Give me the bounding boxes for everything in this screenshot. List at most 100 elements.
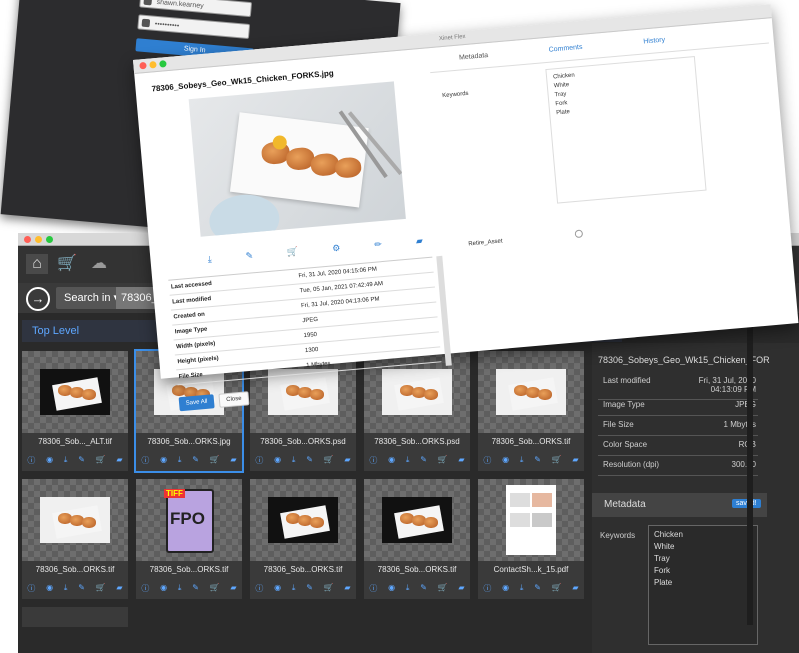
cart-add-icon[interactable]: 🛒 (552, 455, 562, 467)
cart-add-icon[interactable]: 🛒 (324, 455, 334, 467)
view-icon[interactable]: ◉ (46, 455, 53, 467)
info-icon[interactable]: ⓘ (27, 583, 35, 595)
cart-add-icon[interactable]: 🛒 (210, 583, 220, 595)
edit-icon[interactable]: ✎ (534, 583, 541, 595)
asset-thumbnail[interactable] (250, 479, 356, 561)
asset-file-name: 78306_Sob...ORKS.tif (149, 565, 229, 574)
pencil-icon[interactable]: ✏ (374, 239, 383, 254)
view-icon[interactable]: ◉ (274, 583, 281, 595)
asset-thumbnail[interactable]: TIFF FPO (136, 479, 242, 561)
folder-icon[interactable]: ▰ (415, 235, 423, 250)
cart-add-icon[interactable]: 🛒 (552, 583, 562, 595)
password-field[interactable]: •••••••••• (137, 14, 251, 40)
folder-icon[interactable]: ▰ (344, 455, 350, 467)
folder-icon[interactable]: ▰ (230, 583, 236, 595)
asset-tile[interactable]: 78306_Sob..._ALT.tif ⓘ ◉ ⤓ ✎ 🛒 ▰ (22, 351, 128, 471)
download-icon[interactable]: ⤓ (520, 583, 524, 595)
asset-tile[interactable]: TIFF FPO 78306_Sob...ORKS.tif ⓘ ◉ ⤓ ✎ 🛒 ▰ (136, 479, 242, 599)
view-icon[interactable]: ◉ (502, 455, 509, 467)
property-value: Fri, 31 Jul, 2020 04:15:06 PM (298, 266, 378, 280)
info-icon[interactable]: ⓘ (255, 583, 263, 595)
cart-add-icon[interactable]: 🛒 (438, 455, 448, 467)
edit-icon[interactable]: ✎ (78, 455, 85, 467)
download-icon[interactable]: ⤓ (406, 583, 410, 595)
info-icon[interactable]: ⓘ (483, 455, 491, 467)
asset-thumbnail[interactable] (364, 479, 470, 561)
asset-tile[interactable]: 78306_Sob...ORKS.tif ⓘ ◉ ⤓ ✎ 🛒 ▰ (250, 479, 356, 599)
view-icon[interactable]: ◉ (160, 583, 167, 595)
edit-icon[interactable]: ✎ (192, 583, 199, 595)
tab-metadata[interactable]: Metadata (459, 52, 489, 62)
username-field[interactable]: shawn.kearney (139, 0, 253, 18)
info-icon[interactable]: ⓘ (369, 583, 377, 595)
cart-add-icon[interactable]: 🛒 (324, 583, 334, 595)
download-icon[interactable]: ⤓ (64, 455, 68, 467)
folder-icon[interactable]: ▰ (458, 455, 464, 467)
close-button[interactable]: Close (218, 391, 250, 408)
download-icon[interactable]: ⤓ (178, 583, 182, 595)
settings-icon[interactable]: ⚙ (332, 243, 341, 258)
download-icon[interactable]: ⤓ (406, 455, 410, 467)
view-icon[interactable]: ◉ (388, 583, 395, 595)
tab-comments[interactable]: Comments (548, 44, 582, 54)
download-icon[interactable]: ⤓ (520, 455, 524, 467)
asset-thumbnail[interactable] (478, 351, 584, 433)
info-icon[interactable]: ⓘ (255, 455, 263, 467)
cart-add-icon[interactable]: 🛒 (287, 246, 299, 261)
asset-title: 78306_Sobeys_Geo_Wk15_Chicken_FORKS.jpg (598, 355, 770, 365)
asset-tile[interactable] (22, 607, 128, 627)
minimize-window-icon[interactable] (35, 236, 42, 243)
zoom-window-icon[interactable] (46, 236, 53, 243)
download-icon[interactable]: ⤓ (292, 583, 296, 595)
folder-icon[interactable]: ▰ (230, 455, 236, 467)
download-icon[interactable]: ⤓ (292, 455, 296, 467)
info-icon[interactable]: ⓘ (483, 583, 491, 595)
view-icon[interactable]: ◉ (274, 455, 281, 467)
info-icon[interactable]: ⓘ (141, 455, 149, 467)
keywords-textarea[interactable]: Chicken White Tray Fork Plate (648, 525, 758, 645)
view-icon[interactable]: ◉ (502, 583, 509, 595)
view-icon[interactable]: ◉ (388, 455, 395, 467)
asset-tile[interactable]: ContactSh...k_15.pdf ⓘ ◉ ⤓ ✎ 🛒 ▰ (478, 479, 584, 599)
dialog-keywords-textarea[interactable]: Chicken White Tray Fork Plate (545, 56, 707, 204)
tab-history[interactable]: History (643, 37, 665, 46)
asset-tile[interactable]: 78306_Sob...ORKS.tif ⓘ ◉ ⤓ ✎ 🛒 ▰ (478, 351, 584, 471)
cart-add-icon[interactable]: 🛒 (96, 455, 106, 467)
edit-icon[interactable]: ✎ (306, 583, 313, 595)
folder-icon[interactable]: ▰ (116, 583, 122, 595)
download-icon[interactable]: ⤓ (207, 254, 212, 268)
folder-icon[interactable]: ▰ (572, 583, 578, 595)
retire-asset-checkbox[interactable] (574, 229, 584, 239)
edit-icon[interactable]: ✎ (420, 583, 427, 595)
view-icon[interactable]: ◉ (160, 455, 167, 467)
edit-icon[interactable]: ✎ (534, 455, 541, 467)
view-icon[interactable]: ◉ (46, 583, 53, 595)
edit-icon[interactable]: ✎ (245, 250, 254, 265)
folder-icon[interactable]: ▰ (458, 583, 464, 595)
cart-add-icon[interactable]: 🛒 (96, 583, 106, 595)
edit-icon[interactable]: ✎ (306, 455, 313, 467)
asset-thumbnail[interactable] (22, 479, 128, 561)
cart-add-icon[interactable]: 🛒 (438, 583, 448, 595)
edit-icon[interactable]: ✎ (420, 455, 427, 467)
folder-icon[interactable]: ▰ (344, 583, 350, 595)
info-icon[interactable]: ⓘ (27, 455, 35, 467)
folder-icon[interactable]: ▰ (572, 455, 578, 467)
edit-icon[interactable]: ✎ (192, 455, 199, 467)
cart-add-icon[interactable]: 🛒 (210, 455, 220, 467)
cart-icon[interactable]: 🛒 (56, 254, 78, 274)
asset-thumbnail[interactable] (478, 479, 584, 561)
edit-icon[interactable]: ✎ (78, 583, 85, 595)
asset-tile[interactable]: 78306_Sob...ORKS.tif ⓘ ◉ ⤓ ✎ 🛒 ▰ (364, 479, 470, 599)
cloud-upload-icon[interactable]: ☁ (88, 254, 110, 274)
info-icon[interactable]: ⓘ (141, 583, 149, 595)
folder-icon[interactable]: ▰ (116, 455, 122, 467)
download-icon[interactable]: ⤓ (178, 455, 182, 467)
go-arrow-icon[interactable]: → (26, 287, 50, 311)
download-icon[interactable]: ⤓ (64, 583, 68, 595)
asset-thumbnail[interactable] (22, 351, 128, 433)
home-icon[interactable]: ⌂ (26, 254, 48, 274)
asset-tile[interactable]: 78306_Sob...ORKS.tif ⓘ ◉ ⤓ ✎ 🛒 ▰ (22, 479, 128, 599)
info-icon[interactable]: ⓘ (369, 455, 377, 467)
close-window-icon[interactable] (24, 236, 31, 243)
